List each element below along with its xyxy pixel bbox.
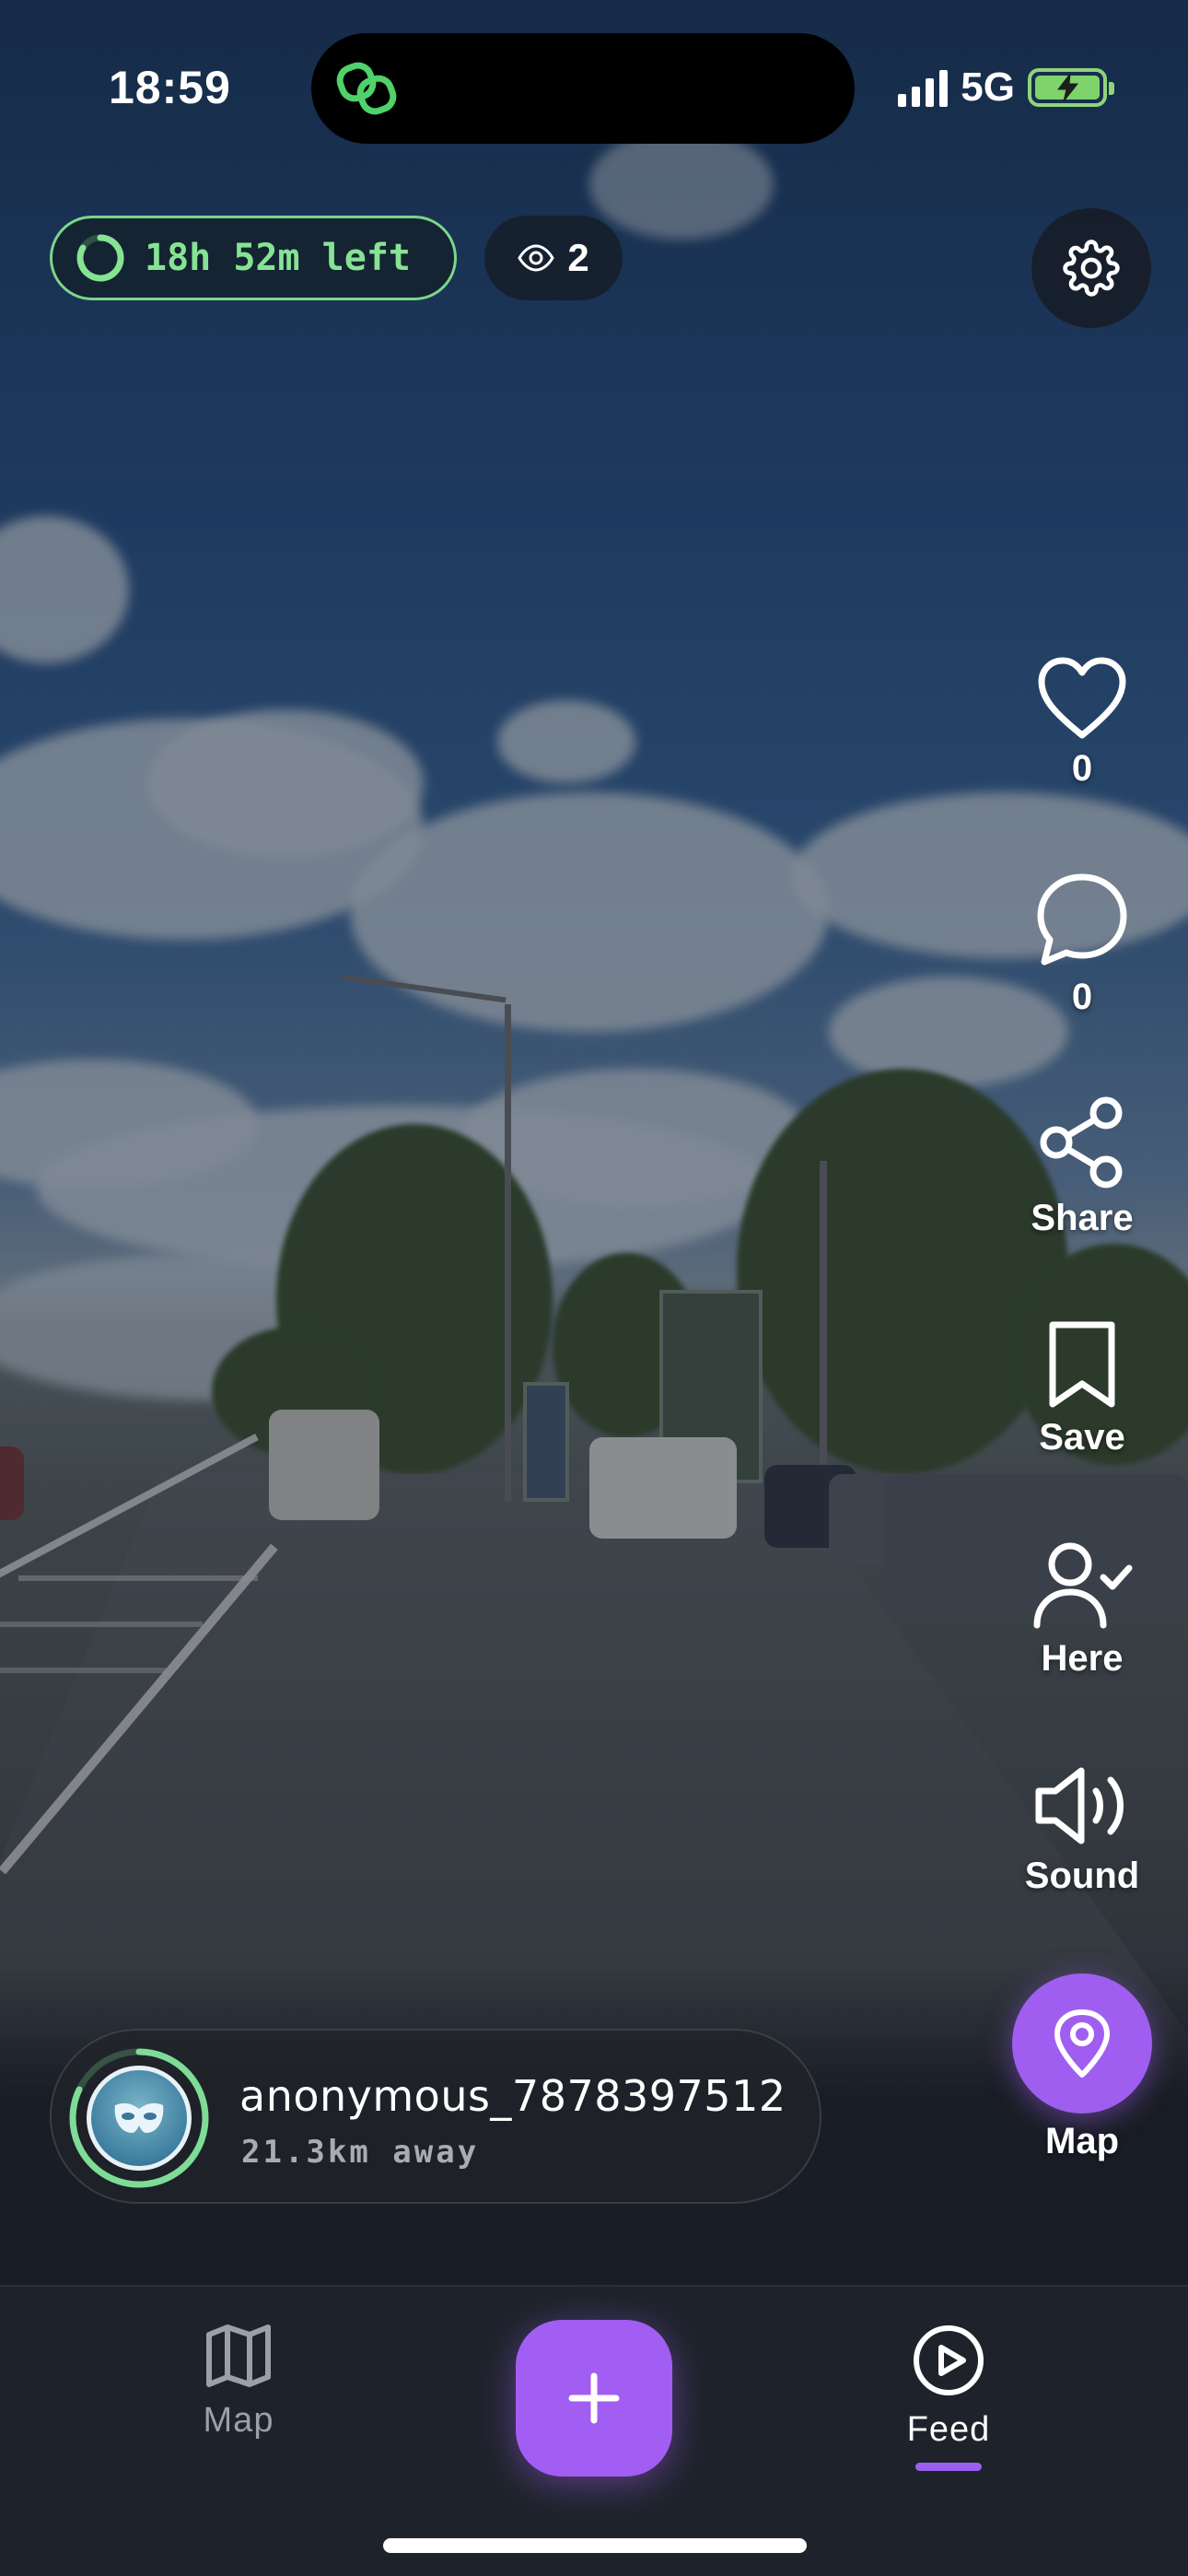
user-check-icon xyxy=(1033,1542,1133,1629)
author-distance: 21.3km away xyxy=(241,2134,480,2171)
sound-label: Sound xyxy=(1024,1856,1140,1896)
map-action-button[interactable]: Map xyxy=(1012,1973,1152,2162)
share-label: Share xyxy=(1031,1198,1134,1238)
create-post-button[interactable] xyxy=(516,2320,672,2476)
plus-icon xyxy=(568,2372,620,2424)
signal-icon xyxy=(898,68,949,107)
time-left-text: 18h 52m left xyxy=(145,237,411,279)
tab-feed-label: Feed xyxy=(906,2410,991,2449)
comment-button[interactable]: 0 xyxy=(1013,872,1151,1018)
map-action-label: Map xyxy=(1045,2121,1119,2161)
share-icon xyxy=(1040,1096,1123,1188)
author-avatar[interactable] xyxy=(66,2045,212,2191)
view-count-badge: 2 xyxy=(484,216,623,300)
speaker-icon xyxy=(1035,1767,1124,1844)
comment-bubble-icon xyxy=(1037,873,1127,966)
mask-icon xyxy=(114,2102,164,2133)
author-card[interactable]: anonymous_7878397512 21.3km away xyxy=(50,2029,821,2204)
time-left-badge: 18h 52m left xyxy=(50,216,457,300)
tab-map[interactable]: Map xyxy=(146,2324,331,2441)
like-button[interactable]: 0 xyxy=(1013,656,1151,790)
eye-icon xyxy=(518,244,555,272)
network-type: 5G xyxy=(961,64,1015,110)
here-label: Here xyxy=(1041,1638,1124,1679)
battery-charging-icon xyxy=(1028,68,1114,107)
dynamic-island xyxy=(311,33,855,144)
share-button[interactable]: Share xyxy=(1013,1095,1151,1239)
like-count: 0 xyxy=(1071,748,1093,789)
save-button[interactable]: Save xyxy=(1013,1317,1151,1458)
map-pin-icon xyxy=(1054,2009,1110,2078)
save-label: Save xyxy=(1039,1417,1125,1458)
app-link-icon xyxy=(336,62,397,115)
author-username: anonymous_7878397512 xyxy=(239,2071,786,2121)
status-bar-indicators: 5G xyxy=(898,64,1114,111)
view-count: 2 xyxy=(567,236,589,279)
heart-icon xyxy=(1038,657,1126,739)
bottom-tab-bar: Map Feed xyxy=(0,2285,1188,2576)
status-bar-time: 18:59 xyxy=(109,62,231,113)
settings-button[interactable] xyxy=(1031,208,1151,328)
home-indicator[interactable] xyxy=(383,2538,807,2553)
tab-feed[interactable]: Feed xyxy=(856,2324,1041,2471)
tab-map-label: Map xyxy=(203,2401,274,2440)
map-fab[interactable] xyxy=(1012,1973,1152,2113)
active-tab-indicator xyxy=(915,2463,982,2471)
here-button[interactable]: Here xyxy=(1013,1539,1151,1680)
bookmark-icon xyxy=(1049,1321,1115,1408)
sound-button[interactable]: Sound xyxy=(1013,1763,1151,1897)
comment-count: 0 xyxy=(1071,977,1093,1017)
play-circle-icon xyxy=(914,2325,984,2395)
anonymous-mask-avatar xyxy=(87,2066,192,2171)
countdown-ring-icon xyxy=(76,234,124,282)
gear-icon xyxy=(1063,240,1120,297)
video-frame-background[interactable] xyxy=(0,0,1188,2285)
folded-map-icon xyxy=(206,2324,271,2387)
